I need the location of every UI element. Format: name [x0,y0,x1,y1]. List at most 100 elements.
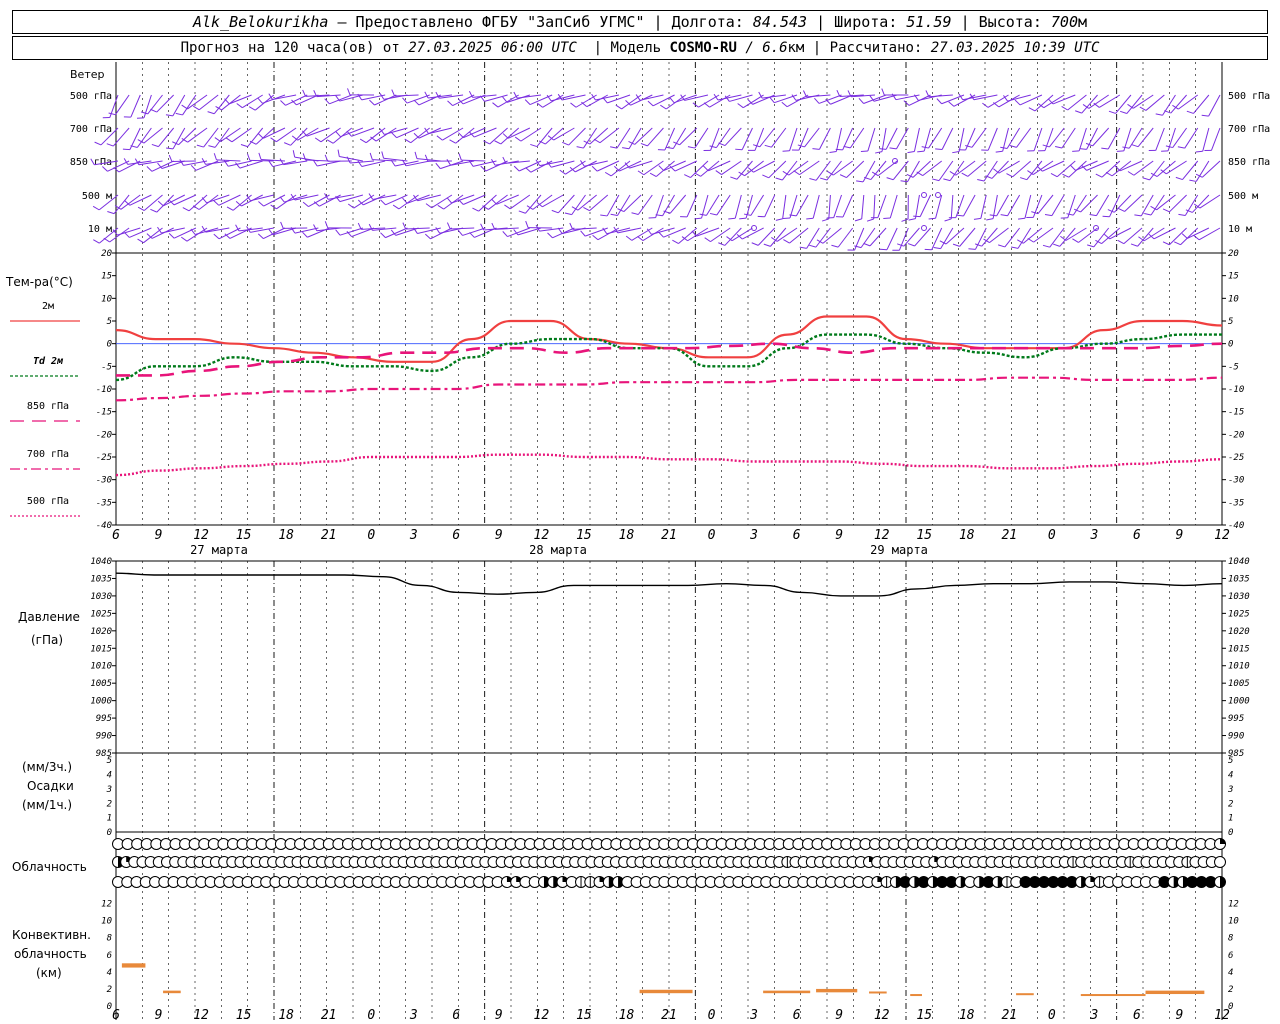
wind-barb-feather [783,239,790,244]
wind-barb [250,194,274,202]
wind-barb [229,94,252,105]
temp-tick-left: -25 [96,453,112,463]
wind-barb [586,94,609,108]
bottom-axis-tick-label: 12 [534,1008,550,1023]
wind-barb [187,127,208,143]
temp-axis-tick-label: 6 [112,528,120,543]
bottom-axis-tick-label: 12 [1214,1008,1230,1023]
wind-barb-feather [871,171,879,177]
wind-barb [203,127,219,148]
wind-barb [750,194,765,216]
wind-barb-feather [168,154,173,162]
wind-barb-feather [936,98,942,105]
wind-barb [1128,127,1143,149]
wind-barb [1156,160,1176,177]
wind-barb-feather [933,247,941,250]
wind-barb-feather [986,218,994,221]
pressure-unit: (гПа) [31,633,64,647]
wind-barb-feather [672,239,679,244]
wind-barb-feather [369,152,373,160]
wind-level-label-right: 850 гПа [1228,157,1270,168]
temp-axis-tick-label: 12 [874,528,890,543]
wind-barb [973,94,998,101]
wind-barb [931,227,943,251]
legend-label-t850: 850 гПа [27,401,69,412]
wind-calm-circle [921,225,927,231]
wind-barb-feather [863,242,871,247]
wind-barb [634,127,653,145]
temp-axis-tick-label: 15 [236,528,252,543]
temp-tick-left: 20 [101,249,112,259]
wind-barb-feather [993,168,1000,174]
wind-barb-feather [326,139,334,144]
wind-barb-feather [591,165,598,172]
wind-barb-feather [530,143,538,148]
day-label: 28 марта [529,543,587,557]
wind-barb-feather [739,217,747,220]
wind-barb-feather [699,213,707,216]
wind-barb [789,227,809,244]
wind-barb-feather [1062,173,1069,178]
wind-barb-feather [518,210,526,214]
wind-barb-feather [932,178,940,182]
wind-barb-feather [640,142,648,147]
wind-barb-feather [175,112,183,116]
wind-barb [945,227,965,245]
wind-barb-feather [536,102,543,108]
wind-barb [305,159,330,162]
wind-barb [771,127,787,148]
wind-barb [898,227,909,251]
temp-axis-tick-label: 18 [278,528,294,543]
wind-barb [789,194,798,219]
wind-level-label: 500 гПа [70,91,112,102]
wind-barb-feather [1155,113,1163,116]
wind-barb [789,127,798,151]
temp-axis-tick-label: 9 [495,528,503,543]
convective-segment [639,989,693,994]
wind-barb-feather [908,218,916,221]
wind-barb-feather [687,146,695,149]
wind-barb-feather [856,180,864,183]
wind-barb-feather [1101,147,1109,150]
precip-tick-right: 1 [1228,814,1233,824]
wind-barb-feather [956,214,964,217]
wind-barb-feather [989,214,997,217]
wind-barb-feather [897,243,904,247]
wind-barb [950,194,954,219]
bottom-axis-tick-label: 18 [619,1008,635,1023]
wind-barb [496,194,519,205]
wind-barb [1007,194,1021,216]
wind-barb-feather [458,199,464,205]
wind-barb-feather [106,143,114,147]
temp-axis-tick-label: 9 [835,528,843,543]
temp-axis-tick-label: 3 [1089,528,1098,543]
wind-barb [572,227,597,230]
wind-barb [329,94,352,105]
wind-barb [963,194,976,217]
wind-barb-feather [782,217,791,219]
wind-barb-feather [781,101,788,108]
wind-barb [1187,227,1210,239]
wind-barb [873,194,876,219]
precip-tick-left: 3 [106,785,112,795]
wind-barb-feather [637,235,644,241]
wind-barb [551,160,575,168]
wind-barb-feather [213,200,220,206]
wind-level-label-right: 500 м [1228,191,1258,202]
conv-title-1: Конвективн. [12,928,91,942]
temp-axis-tick-label: 3 [749,528,758,543]
wind-barb [768,160,787,179]
wind-barb-feather [492,102,499,108]
wind-barb-feather [280,100,286,106]
wind-barb-feather [337,149,340,157]
wind-barb-feather [1130,243,1138,247]
pressure-tick-right: 1000 [1228,697,1250,707]
wind-barb-feather [124,232,130,238]
wind-barb-feather [458,153,462,161]
temp-tick-left: -35 [96,498,112,508]
wind-barb-feather [907,243,915,247]
temp-tick-left: -30 [96,476,112,486]
wind-barb-feather [591,93,596,101]
wind-barb [885,127,898,150]
wind-barb [687,227,709,242]
